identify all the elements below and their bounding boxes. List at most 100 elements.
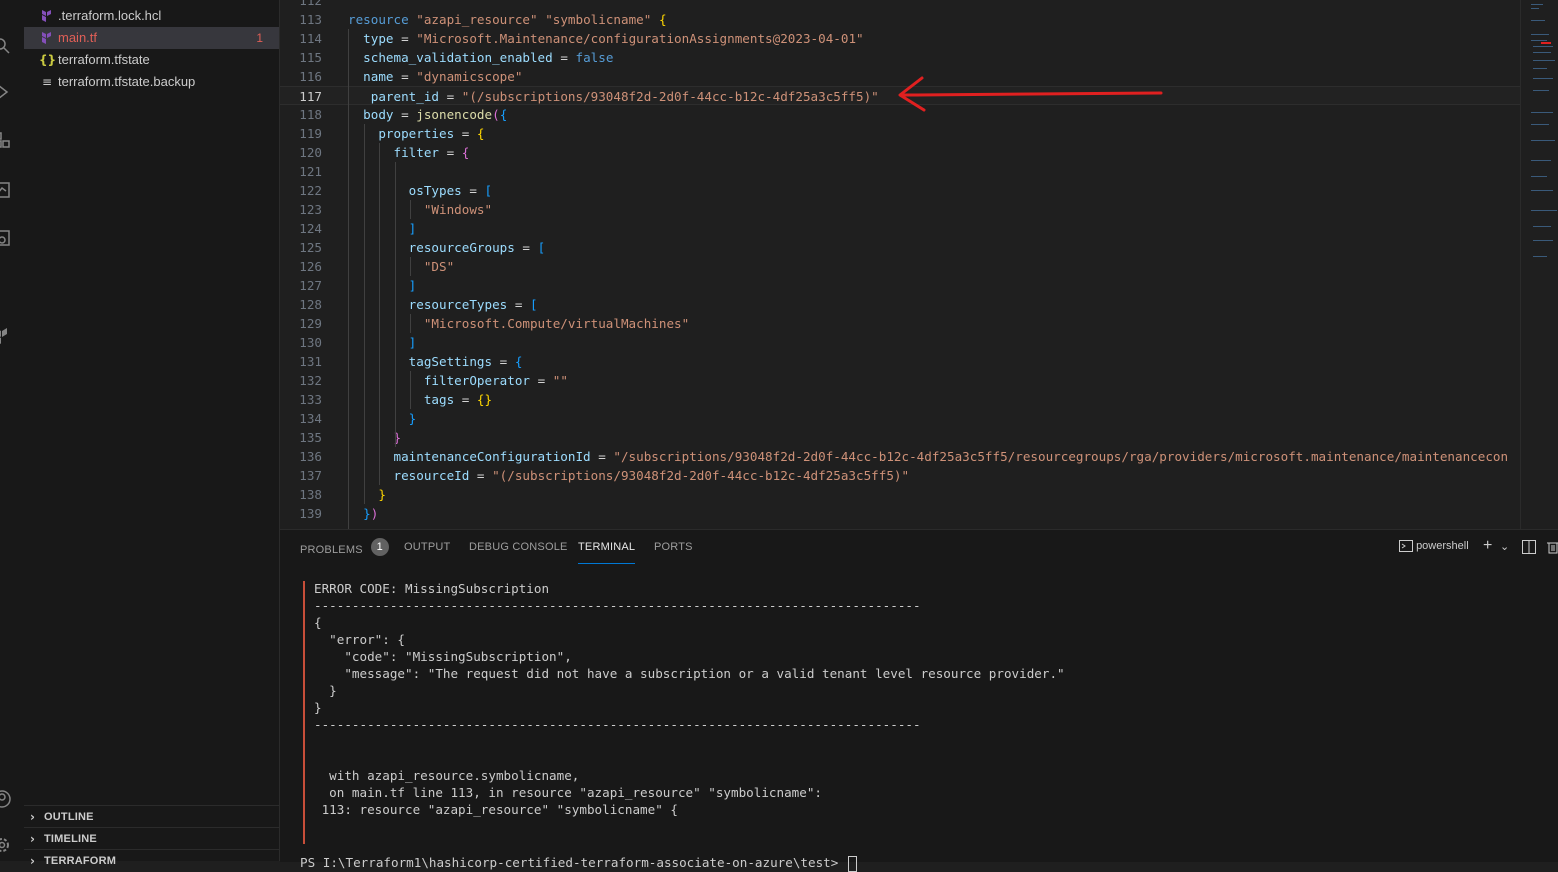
code-text: ] [348, 333, 417, 352]
code-token: ] [408, 335, 417, 350]
code-token: = [439, 145, 462, 160]
line-number: 121 [299, 164, 322, 179]
code-line[interactable]: 129 "Microsoft.Compute/virtualMachines" [280, 314, 1520, 333]
code-line[interactable]: 120 filter = { [280, 143, 1520, 162]
file-name: .terraform.lock.hcl [58, 8, 162, 23]
file-item-main-tf[interactable]: main.tf 1 [24, 27, 279, 49]
code-line[interactable]: 124 ] [280, 219, 1520, 238]
extensions-icon[interactable] [0, 130, 12, 150]
code-token: "DS" [423, 259, 455, 274]
file-item-terraform-lock[interactable]: .terraform.lock.hcl [24, 5, 279, 27]
code-line[interactable]: 114 type = "Microsoft.Maintenance/config… [280, 29, 1520, 48]
minimap[interactable] [1520, 0, 1558, 529]
code-line[interactable]: 128 resourceTypes = [ [280, 295, 1520, 314]
code-line[interactable]: 135 } [280, 428, 1520, 447]
terminal-line: } [314, 700, 322, 715]
code-text: resourceId = "(/subscriptions/93048f2d-2… [348, 466, 910, 485]
tab-output[interactable]: OUTPUT [404, 541, 450, 563]
terminal-line: ERROR CODE: MissingSubscription [314, 581, 550, 596]
code-token: resourceTypes [408, 297, 508, 312]
line-number: 131 [299, 354, 322, 369]
timeline-section-header[interactable]: › TIMELINE [24, 827, 279, 850]
code-token: "/subscriptions/93048f2d-2d0f-44cc-b12c-… [613, 449, 1509, 464]
code-line[interactable]: 125 resourceGroups = [ [280, 238, 1520, 257]
tab-debug-console[interactable]: DEBUG CONSOLE [469, 541, 568, 563]
run-debug-icon[interactable] [0, 82, 12, 102]
code-token: [ [530, 297, 538, 312]
chevron-right-icon: › [30, 854, 35, 868]
code-text: "Windows" [348, 200, 492, 219]
terminal-line: } [314, 683, 337, 698]
code-token: = [461, 183, 485, 198]
code-line[interactable]: 136 maintenanceConfigurationId = "/subsc… [280, 447, 1520, 466]
code-line[interactable]: 122 osTypes = [ [280, 181, 1520, 200]
account-icon[interactable] [0, 789, 12, 809]
code-token: { [461, 145, 470, 160]
terminal-output[interactable]: ERROR CODE: MissingSubscription ---------… [280, 574, 1558, 872]
code-line[interactable]: 133 tags = {} [280, 390, 1520, 409]
code-token: } [378, 487, 386, 502]
code-line[interactable]: 112 [280, 0, 1520, 10]
code-line[interactable]: 131 tagSettings = { [280, 352, 1520, 371]
code-text: tagSettings = { [348, 352, 523, 371]
search-icon[interactable] [0, 36, 12, 56]
settings-gear-icon[interactable] [0, 835, 12, 855]
tab-ports[interactable]: PORTS [654, 541, 693, 563]
code-text: }) [348, 504, 378, 523]
code-token: ] [408, 221, 417, 236]
code-line[interactable]: 127 ] [280, 276, 1520, 295]
indent-guide [410, 314, 411, 333]
code-line[interactable]: 137 resourceId = "(/subscriptions/93048f… [280, 466, 1520, 485]
docker-icon[interactable] [0, 228, 12, 248]
code-line[interactable]: 139 }) [280, 504, 1520, 523]
code-line[interactable]: 134 } [280, 409, 1520, 428]
code-text: schema_validation_enabled = false [348, 48, 613, 67]
bottom-panel: PROBLEMS 1 OUTPUT DEBUG CONSOLE TERMINAL … [280, 529, 1558, 872]
file-name: terraform.tfstate [58, 52, 150, 67]
indent-guide [410, 200, 411, 219]
code-token: } [408, 411, 417, 426]
terminal-icon [1399, 540, 1413, 553]
minimap-preview [1531, 4, 1557, 257]
terminal-prompt[interactable]: PS I:\Terraform1\hashicorp-certified-ter… [300, 854, 857, 872]
code-line[interactable]: 121 [280, 162, 1520, 181]
line-number: 117 [299, 89, 322, 104]
terminal-shell-selector[interactable]: powershell [1399, 540, 1469, 553]
code-line[interactable]: 132 filterOperator = "" [280, 371, 1520, 390]
code-text: ] [348, 219, 417, 238]
terraform-icon[interactable] [0, 325, 12, 345]
split-terminal-icon[interactable] [1522, 540, 1536, 557]
outline-section-header[interactable]: › OUTLINE [24, 805, 279, 828]
code-token: name [363, 69, 394, 84]
terminal-line: "error": { [314, 632, 405, 647]
code-token: "Microsoft.Compute/virtualMachines" [423, 316, 690, 331]
code-line[interactable]: 119 properties = { [280, 124, 1520, 143]
indent-guide [348, 29, 349, 529]
code-line[interactable]: 126 "DS" [280, 257, 1520, 276]
code-line[interactable]: 123 "Windows" [280, 200, 1520, 219]
kill-terminal-trash-icon[interactable] [1547, 540, 1558, 557]
code-token: jsonencode [416, 107, 493, 122]
terminal-line: on main.tf line 113, in resource "azapi_… [314, 785, 822, 800]
file-name: terraform.tfstate.backup [58, 74, 196, 89]
problem-count-badge: 1 [256, 31, 263, 45]
file-item-tfstate-backup[interactable]: ≡ terraform.tfstate.backup [24, 71, 279, 93]
tab-terminal[interactable]: TERMINAL [578, 541, 636, 564]
code-text: osTypes = [ [348, 181, 492, 200]
file-item-tfstate[interactable]: {} terraform.tfstate [24, 49, 279, 71]
tab-problems[interactable]: PROBLEMS 1 [300, 538, 389, 563]
code-line[interactable]: 130 ] [280, 333, 1520, 352]
chevron-right-icon: › [30, 832, 35, 846]
code-line[interactable]: 115 schema_validation_enabled = false [280, 48, 1520, 67]
testing-icon[interactable] [0, 180, 12, 200]
code-line[interactable]: 138 } [280, 485, 1520, 504]
indent-guide [395, 162, 396, 447]
code-line[interactable]: 113 resource "azapi_resource" "symbolicna… [280, 10, 1520, 29]
new-terminal-plus-icon[interactable]: + [1483, 537, 1492, 555]
chevron-down-icon[interactable]: ⌄ [1500, 540, 1509, 553]
code-token: tags [423, 392, 455, 407]
code-token: = [514, 240, 538, 255]
